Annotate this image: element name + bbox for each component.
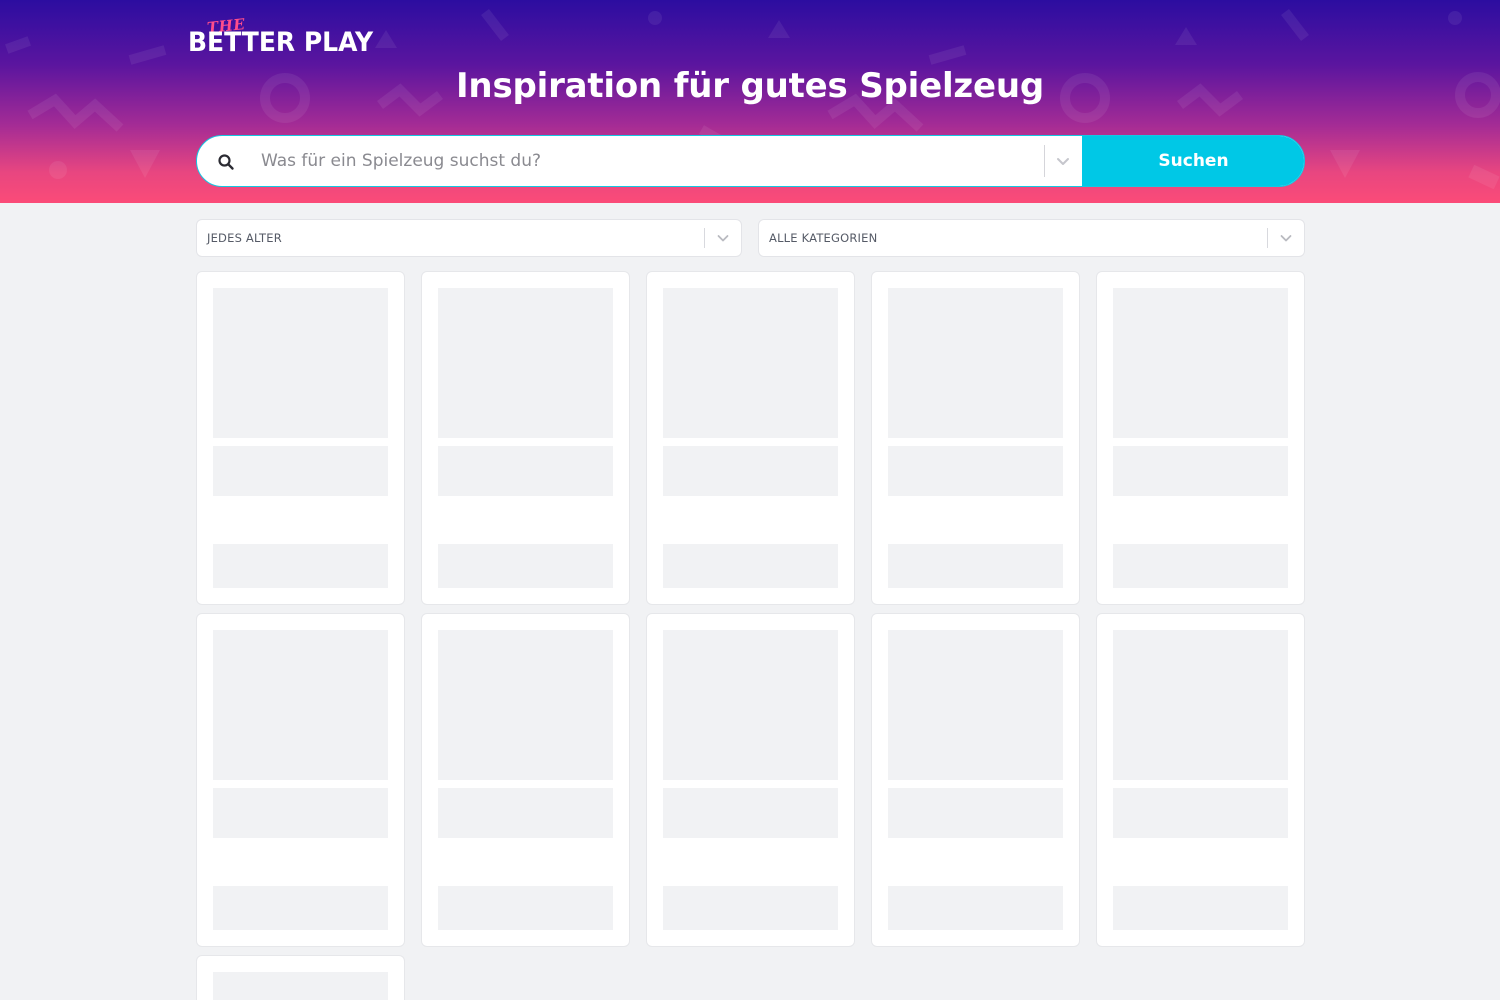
skeleton-image — [1113, 288, 1288, 438]
page-title: Inspiration für gutes Spielzeug — [455, 66, 1045, 106]
filter-divider — [1267, 228, 1268, 248]
product-card-placeholder — [1096, 271, 1305, 605]
search-input[interactable] — [261, 136, 1041, 186]
product-card-placeholder — [1096, 613, 1305, 947]
search-bar: Suchen — [196, 135, 1305, 187]
skeleton-image — [438, 630, 613, 780]
skeleton-footer — [213, 886, 388, 930]
skeleton-image — [438, 288, 613, 438]
logo[interactable]: THE BETTER PLAY — [188, 15, 393, 58]
skeleton-image — [888, 288, 1063, 438]
skeleton-footer — [1113, 544, 1288, 588]
skeleton-image — [663, 630, 838, 780]
skeleton-title — [663, 446, 838, 496]
product-card-placeholder — [421, 271, 630, 605]
skeleton-image — [213, 630, 388, 780]
age-filter-label: JEDES ALTER — [207, 231, 282, 245]
skeleton-title — [438, 788, 613, 838]
skeleton-footer — [213, 544, 388, 588]
skeleton-footer — [1113, 886, 1288, 930]
chevron-down-icon[interactable] — [715, 230, 731, 246]
skeleton-footer — [438, 544, 613, 588]
product-card-placeholder — [421, 613, 630, 947]
skeleton-footer — [888, 544, 1063, 588]
search-icon — [218, 154, 234, 170]
chevron-down-icon[interactable] — [1278, 230, 1294, 246]
skeleton-image — [213, 288, 388, 438]
skeleton-image — [1113, 630, 1288, 780]
skeleton-title — [888, 446, 1063, 496]
skeleton-title — [1113, 788, 1288, 838]
skeleton-footer — [888, 886, 1063, 930]
hero-header: THE BETTER PLAY Inspiration für gutes Sp… — [0, 0, 1500, 203]
product-card-placeholder — [196, 271, 405, 605]
skeleton-title — [438, 446, 613, 496]
product-card-placeholder — [646, 613, 855, 947]
skeleton-title — [1113, 446, 1288, 496]
skeleton-image — [888, 630, 1063, 780]
search-divider — [1044, 145, 1045, 177]
search-button[interactable]: Suchen — [1082, 136, 1304, 186]
skeleton-footer — [663, 544, 838, 588]
skeleton-title — [888, 788, 1063, 838]
category-filter-label: ALLE KATEGORIEN — [769, 231, 878, 245]
skeleton-title — [213, 788, 388, 838]
logo-main-text: BETTER PLAY — [188, 27, 374, 58]
chevron-down-icon[interactable] — [1054, 152, 1072, 170]
skeleton-title — [213, 446, 388, 496]
category-filter-select[interactable]: ALLE KATEGORIEN — [758, 219, 1305, 257]
skeleton-image — [663, 288, 838, 438]
product-card-placeholder — [196, 613, 405, 947]
age-filter-select[interactable]: JEDES ALTER — [196, 219, 742, 257]
product-card-placeholder — [871, 271, 1080, 605]
skeleton-image — [213, 972, 388, 1000]
product-card-placeholder — [646, 271, 855, 605]
skeleton-footer — [663, 886, 838, 930]
skeleton-title — [663, 788, 838, 838]
filter-divider — [704, 228, 705, 248]
product-card-placeholder — [871, 613, 1080, 947]
skeleton-footer — [438, 886, 613, 930]
product-card-placeholder — [196, 955, 405, 1000]
